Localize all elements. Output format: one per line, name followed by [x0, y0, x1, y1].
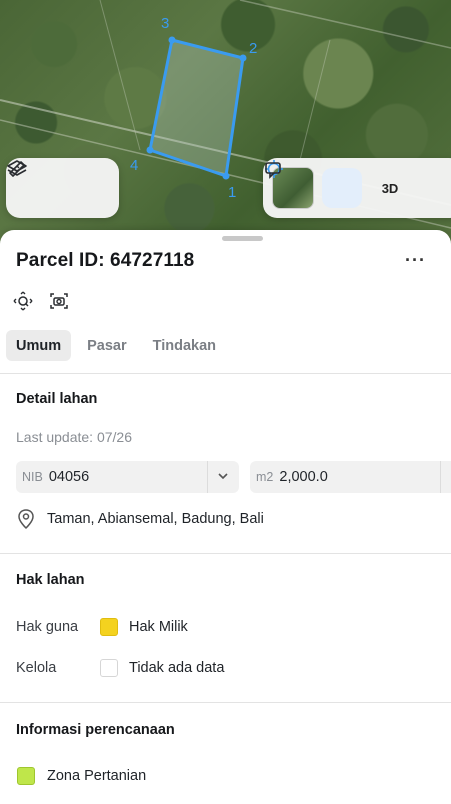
compare-icon [265, 162, 281, 179]
satellite-map[interactable]: 1 2 3 4 3D [0, 0, 451, 245]
map-view-panel: 3D [263, 158, 451, 218]
3d-label: 3D [381, 180, 399, 196]
chevron-down-icon[interactable] [216, 469, 230, 488]
zone-text[interactable]: Zona Pertanian [47, 768, 146, 784]
kelola-swatch [100, 659, 118, 677]
parcel-polygon[interactable] [148, 38, 245, 179]
zoom-to-parcel-button[interactable] [12, 290, 34, 312]
parcel-vertex[interactable] [146, 146, 154, 154]
ruler-icon [9, 161, 25, 177]
parcel-tools [12, 290, 70, 312]
more-options-button[interactable]: ··· [405, 250, 426, 271]
3d-button[interactable]: 3D [370, 168, 410, 208]
road-line [299, 39, 331, 161]
tab-pasar[interactable]: Pasar [77, 330, 137, 361]
tab-umum[interactable]: Umum [6, 330, 72, 361]
vertex-label: 4 [130, 157, 138, 174]
divider [0, 702, 451, 703]
hak-guna-value: Hak Milik [129, 619, 188, 635]
field-separator [207, 461, 208, 493]
tab-bar: Umum Pasar Tindakan [6, 330, 232, 361]
last-update-text: Last update: 07/26 [16, 429, 132, 445]
measure-button[interactable] [9, 161, 111, 208]
area-prefix: m2 [256, 470, 274, 484]
tab-tindakan[interactable]: Tindakan [143, 330, 226, 361]
camera-icon [50, 293, 68, 309]
divider [0, 373, 451, 374]
kelola-value: Tidak ada data [129, 660, 225, 676]
hak-guna-label: Hak guna [16, 619, 79, 635]
parcel-vertex[interactable] [168, 36, 176, 44]
vertex-label: 1 [228, 184, 236, 201]
area-value: 2,000.0 [279, 469, 328, 485]
field-separator [440, 461, 441, 493]
parcel-detail-sheet: Parcel ID: 64727118 ··· Umum Pasar Tinda… [0, 230, 451, 804]
rights-section-title: Hak lahan [16, 572, 85, 588]
planning-section-title: Informasi perencanaan [16, 722, 175, 738]
detail-section-title: Detail lahan [16, 391, 98, 407]
hak-milik-swatch [100, 618, 118, 636]
vertex-label: 3 [161, 15, 169, 32]
zone-swatch [17, 767, 35, 785]
nib-field[interactable]: NIB 04056 [16, 461, 239, 493]
compare-button[interactable] [265, 162, 442, 208]
map-tools-panel [6, 158, 119, 218]
area-field[interactable]: m2 2,000.0 [250, 461, 451, 493]
page-title: Parcel ID: 64727118 [16, 250, 195, 271]
kelola-label: Kelola [16, 660, 57, 676]
address-text: Taman, Abiansemal, Badung, Bali [47, 511, 264, 527]
nib-prefix: NIB [22, 470, 43, 484]
vertex-label: 2 [249, 40, 257, 57]
sheet-grabber[interactable] [222, 236, 263, 241]
locate-button[interactable] [265, 160, 362, 208]
zoom-fit-icon [13, 291, 33, 311]
location-pin-icon [16, 508, 36, 535]
screenshot-button[interactable] [48, 290, 70, 312]
parcel-vertex[interactable] [222, 172, 230, 180]
road-line [239, 0, 451, 49]
parcel-vertex[interactable] [239, 54, 247, 62]
divider [0, 553, 451, 554]
nib-value: 04056 [48, 469, 90, 485]
